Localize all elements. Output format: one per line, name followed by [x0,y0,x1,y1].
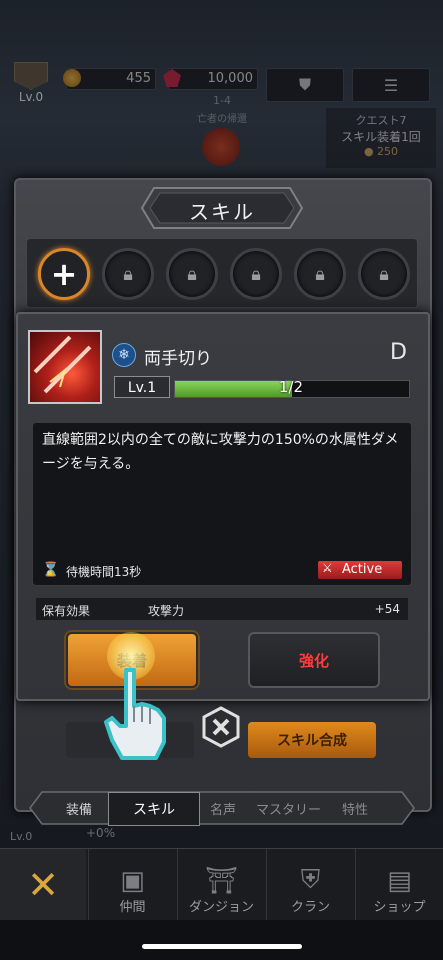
exp-text: 1/2 [278,378,304,396]
nav-companions[interactable]: ▣ 仲間 [88,849,176,921]
close-button[interactable] [200,706,242,748]
crossed-swords-icon: ✕ [27,863,59,907]
bottom-nav: ✕ ▣ 仲間 ⛩ ダンジョン ⛨ クラン ▤ ショップ [0,848,443,921]
background-level: Lv.0 [10,830,33,843]
locked-skill-slot[interactable]: 🔒︎ [358,248,410,300]
nav-dungeon-label: ダンジョン [188,900,254,915]
nav-clan-label: クラン [290,900,330,915]
home-indicator-area [0,920,443,960]
tab-fame[interactable]: 名声 [210,799,236,818]
bulk-synthesis-label: スキル合成 [277,733,347,749]
slash-icon [33,335,92,394]
sword-icon: ⚔ [322,561,333,575]
cooldown-text: 待機時間13秒 [66,565,142,579]
tab-skill[interactable]: スキル [108,792,200,826]
nav-clan[interactable]: ⛨ クラン [266,849,354,921]
skill-icon [28,330,102,404]
lock-icon: 🔒︎ [187,263,197,285]
close-menu-button[interactable]: ✕ [0,849,86,921]
effect-label: 保有効果 [42,604,91,618]
skill-grade: D [390,340,407,365]
upgrade-label: 強化 [298,651,329,670]
tab-mastery[interactable]: マスタリー [256,799,321,818]
skill-name: 両手切り [144,349,212,369]
tab-skill-label: スキル [133,802,175,818]
lock-icon: 🔒︎ [123,263,133,285]
card-icon: ▣ [120,866,145,896]
locked-skill-slot[interactable]: 🔒︎ [294,248,346,300]
lock-icon: 🔒︎ [251,263,261,285]
home-indicator[interactable] [142,944,302,949]
plus-icon: + [50,255,78,293]
skill-level-badge: Lv.1 [114,376,170,398]
nav-companions-label: 仲間 [119,900,146,915]
locked-skill-slot[interactable]: 🔒︎ [230,248,282,300]
hourglass-icon: ⌛ [42,562,60,578]
close-icon [202,706,240,748]
tutorial-hand-icon [104,668,166,760]
gate-icon: ⛩ [204,866,238,896]
locked-skill-slot[interactable]: 🔒︎ [166,248,218,300]
tab-traits[interactable]: 特性 [342,799,368,818]
panel-title: スキル [189,200,255,224]
skill-description: 直線範囲2以内の全ての敵に攻撃力の150%の水属性ダメージを与える。 [42,432,399,472]
effect-value: +54 [374,602,400,616]
shield-icon: ⛨ [300,865,321,895]
chest-icon: ▤ [387,866,412,896]
active-label: Active [342,562,383,577]
locked-skill-slot[interactable]: 🔒︎ [102,248,154,300]
upgrade-button[interactable]: 強化 [248,632,380,688]
water-element-icon: ❄ [112,343,136,367]
nav-shop[interactable]: ▤ ショップ [355,849,443,921]
bulk-synthesis-button[interactable]: スキル合成 [248,722,376,758]
add-skill-slot[interactable]: + [38,248,90,300]
tab-equipment[interactable]: 装備 [66,799,92,818]
lock-icon: 🔒︎ [315,263,325,285]
nav-shop-label: ショップ [373,900,426,915]
background-stat: +0% [86,826,116,840]
effect-stat: 攻撃力 [148,604,185,618]
active-badge: ⚔ Active [318,561,402,579]
lock-icon: 🔒︎ [379,263,389,285]
nav-dungeon[interactable]: ⛩ ダンジョン [177,849,265,921]
